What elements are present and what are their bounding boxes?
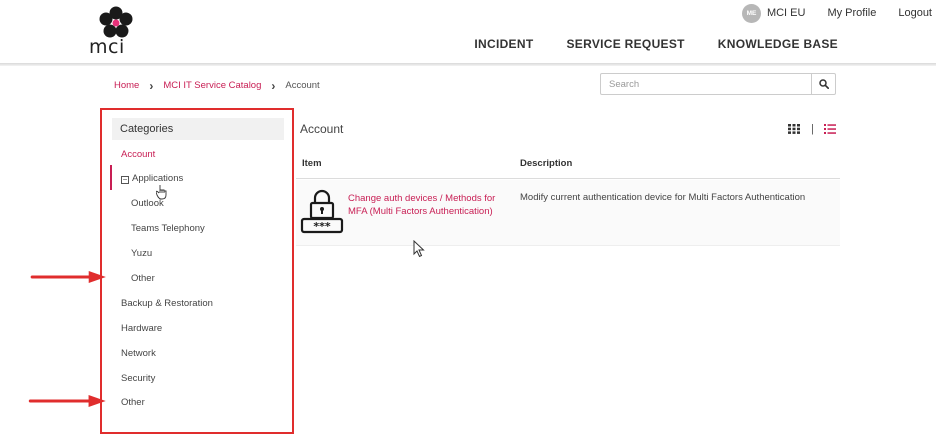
category-yuzu[interactable]: Yuzu: [131, 248, 152, 259]
nav-service-request[interactable]: SERVICE REQUEST: [566, 37, 684, 51]
user-links: ME MCI EU My Profile Logout: [741, 3, 932, 23]
flower-logo-icon: [99, 6, 133, 38]
my-profile-link[interactable]: My Profile: [827, 7, 876, 19]
search-icon: [818, 79, 829, 89]
column-header-item: Item: [302, 158, 322, 169]
hand-cursor-icon: [156, 185, 167, 200]
category-hardware[interactable]: Hardware: [121, 323, 162, 334]
arrow-cursor-icon: [413, 240, 425, 258]
column-header-description: Description: [520, 158, 573, 169]
header-divider: [0, 63, 936, 66]
user-name-link[interactable]: MCI EU: [767, 7, 806, 19]
logo-text: mci: [89, 36, 125, 58]
category-account[interactable]: Account: [121, 149, 155, 160]
catalog-item-link[interactable]: Change auth devices / Methods for MFA (M…: [348, 192, 508, 218]
avatar[interactable]: ME: [741, 3, 761, 23]
logout-link[interactable]: Logout: [898, 7, 932, 19]
mci-logo[interactable]: mci: [86, 6, 136, 58]
search-button[interactable]: [811, 74, 835, 94]
categories-sidebar: Categories Account − Applications Outlook…: [100, 108, 294, 434]
annotation-arrow-icon: [30, 271, 106, 283]
active-indicator: [110, 165, 112, 190]
nav-incident[interactable]: INCIDENT: [474, 37, 533, 51]
grid-view-icon[interactable]: [788, 124, 800, 134]
breadcrumb-home[interactable]: Home: [114, 80, 139, 91]
list-view-icon[interactable]: [824, 124, 836, 134]
annotation-arrow-icon: [28, 395, 106, 407]
chevron-right-icon: ›: [271, 78, 276, 93]
catalog-item-description: Modify current authentication device for…: [520, 192, 806, 203]
category-security[interactable]: Security: [121, 373, 155, 384]
search-input[interactable]: [601, 74, 811, 94]
category-network[interactable]: Network: [121, 348, 156, 359]
category-applications-label: Applications: [132, 173, 184, 184]
category-applications[interactable]: − Applications: [121, 173, 183, 184]
category-applications-other[interactable]: Other: [131, 273, 155, 284]
page-title: Account: [300, 122, 344, 136]
table-row[interactable]: *** Change auth devices / Methods for MF…: [296, 180, 840, 246]
chevron-right-icon: ›: [149, 78, 154, 93]
search-box: [600, 73, 836, 95]
breadcrumb: Home › MCI IT Service Catalog › Account: [114, 78, 320, 93]
category-teams-telephony[interactable]: Teams Telephony: [131, 223, 205, 234]
main-nav: INCIDENT SERVICE REQUEST KNOWLEDGE BASE: [441, 37, 838, 51]
view-toggle-divider: |: [811, 123, 814, 135]
table-header-divider: [296, 178, 840, 179]
category-backup-restoration[interactable]: Backup & Restoration: [121, 298, 213, 309]
nav-knowledge-base[interactable]: KNOWLEDGE BASE: [718, 37, 838, 51]
svg-text:***: ***: [313, 220, 331, 233]
category-other[interactable]: Other: [121, 397, 145, 408]
lock-password-icon: ***: [300, 189, 344, 234]
categories-title: Categories: [112, 118, 284, 140]
site-header: mci ME MCI EU My Profile Logout INCIDENT…: [0, 0, 936, 64]
breadcrumb-current: Account: [285, 80, 320, 91]
collapse-icon[interactable]: −: [121, 176, 129, 184]
breadcrumb-catalog[interactable]: MCI IT Service Catalog: [163, 80, 261, 91]
